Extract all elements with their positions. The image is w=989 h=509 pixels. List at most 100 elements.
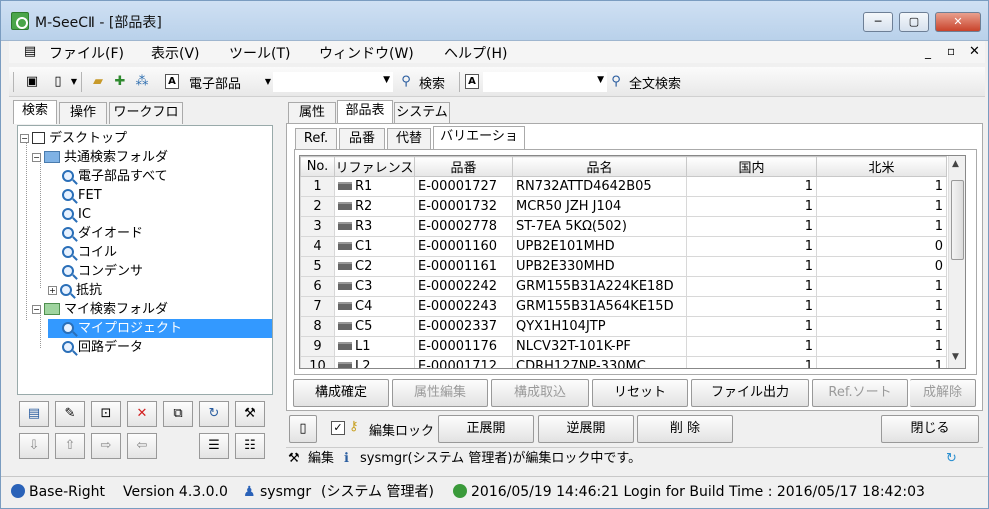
copy-icon[interactable]: ⧉ [163,401,193,427]
properties-icon[interactable]: ▣ [23,73,41,91]
tools-icon[interactable]: ⚒ [235,401,265,427]
scroll-up-icon[interactable]: ▲ [952,159,959,169]
subtab-variation[interactable]: バリエーション [433,126,525,164]
tree-view-icon[interactable]: ⁂ [133,73,151,91]
import-structure-button[interactable]: 構成取込 [491,379,589,407]
column-header-domestic[interactable]: 国内 [686,156,817,177]
subtab-ref[interactable]: Ref. [295,128,337,150]
preview-icon[interactable]: ⊡ [91,401,121,427]
tree-item-my-project[interactable]: マイプロジェクト [48,319,272,338]
arrow-right-icon[interactable]: ⇨ [91,433,121,459]
search-button[interactable]: 検索 [419,73,445,92]
menu-window[interactable]: ウィンドウ(W) [319,43,414,63]
binoculars-icon[interactable]: ⚲ [607,73,625,91]
column-header-part-name[interactable]: 品名 [512,156,687,177]
table-row[interactable]: 5 C2 E-00001161 UPB2E330MHD 1 0 [300,256,947,277]
tree-item-diode[interactable]: ダイオード [62,224,143,243]
file-export-button[interactable]: ファイル出力 [691,379,809,407]
tab-search[interactable]: 検索 [13,100,57,124]
arrow-left-icon[interactable]: ⇦ [127,433,157,459]
mouse-icon[interactable]: ▯ [289,415,317,443]
edit-attributes-button[interactable]: 属性編集 [392,379,488,407]
tree-item-coil[interactable]: コイル [62,243,117,262]
menu-view[interactable]: 表示(V) [151,43,200,63]
tree-item-ic[interactable]: IC [62,205,91,224]
refresh-icon[interactable]: ↻ [199,401,229,427]
minimize-button[interactable]: ─ [863,12,893,32]
column-header-no[interactable]: No. [300,156,335,177]
close-button[interactable]: 閉じる [881,415,979,443]
table-row[interactable]: 1 R1 E-00001727 RN732ATTD4642B05 1 1 [300,176,947,197]
menu-help[interactable]: ヘルプ(H) [444,43,507,63]
tree-item-resistor[interactable]: + 抵抗 [48,281,102,300]
tree-node-shared-folder[interactable]: − 共通検索フォルダ [32,148,168,167]
tab-operation[interactable]: 操作 [59,102,107,124]
tree-item-all-parts[interactable]: 電子部品すべて [62,167,168,186]
subtab-substitute[interactable]: 代替 [387,128,431,150]
scrollbar-thumb[interactable] [951,180,964,260]
forward-expand-button[interactable]: 正展開 [438,415,534,443]
column-header-reference[interactable]: リファレンス [334,156,415,177]
table-row[interactable]: 9 L1 E-00001176 NLCV32T-101K-PF 1 1 [300,336,947,357]
menu-tools[interactable]: ツール(T) [229,43,290,63]
table-row[interactable]: 4 C1 E-00001160 UPB2E101MHD 1 0 [300,236,947,257]
tree-item-circuit-data[interactable]: 回路データ [62,338,143,357]
shared-folder-icon [44,151,60,163]
title-bar[interactable]: M-SeeCⅡ - [部品表] ─ ▢ ✕ [1,1,988,41]
tab-system[interactable]: システム [394,102,450,124]
menu-file[interactable]: ファイル(F) [49,43,124,63]
my-folder-icon [44,303,60,315]
reset-button[interactable]: リセット [592,379,688,407]
mdi-minimize-button[interactable]: _ [925,45,931,59]
table-row[interactable]: 3 R3 E-00002778 ST-7EA 5KΩ(502) 1 1 [300,216,947,237]
tree-node-my-folder[interactable]: − マイ検索フォルダ [32,300,168,319]
tree-item-fet[interactable]: FET [62,186,102,205]
release-structure-button[interactable]: 成解除 [910,379,976,407]
table-row[interactable]: 6 C3 E-00002242 GRM155B31A224KE18D 1 1 [300,276,947,297]
delete-icon[interactable]: ✕ [127,401,157,427]
ref-sort-button[interactable]: Ref.ソート [812,379,908,407]
grid-vertical-scrollbar[interactable]: ▲ ▼ [948,156,965,368]
maximize-button[interactable]: ▢ [899,12,929,32]
table-row[interactable]: 7 C4 E-00002243 GRM155B31A564KE15D 1 1 [300,296,947,317]
scroll-down-icon[interactable]: ▼ [952,352,959,362]
collapse-icon[interactable]: − [32,305,41,314]
collapse-icon[interactable]: − [32,153,41,162]
tab-workflow[interactable]: ワークフロー [109,102,183,140]
tab-attributes[interactable]: 属性 [288,102,336,124]
add-part-icon[interactable]: ✚ [111,73,129,91]
subtab-part-number[interactable]: 品番 [339,128,385,150]
bom-grid[interactable]: No. リファレンス 品番 品名 国内 北米 1 R1 E-00001727 RN73… [299,155,966,369]
column-header-part-number[interactable]: 品番 [414,156,513,177]
edit-lock-checkbox[interactable]: ✓ [331,421,345,435]
part-name-cell: RN732ATTD4642B05 [512,176,687,197]
arrow-down-icon[interactable]: ⇩ [19,433,49,459]
collapse-icon[interactable]: − [20,134,29,143]
category-combo[interactable]: ▼ [273,72,393,92]
mdi-restore-button[interactable]: ▫ [947,44,955,58]
fulltext-combo[interactable]: ▼ [483,72,607,92]
reverse-expand-button[interactable]: 逆展開 [538,415,634,443]
confirm-structure-button[interactable]: 構成確定 [293,379,389,407]
table-row[interactable]: 10 L2 E-00001712 CDRH127NP-330MC 1 1 [300,356,947,368]
fulltext-search-button[interactable]: 全文検索 [629,73,681,92]
list-view-icon[interactable]: ▤ [19,401,49,427]
tree-item-capacitor[interactable]: コンデンサ [62,262,143,281]
delete-button[interactable]: 削 除 [637,415,733,443]
table-row[interactable]: 8 C5 E-00002337 QYX1H104JTP 1 1 [300,316,947,337]
component-icon [338,182,352,190]
part-number-cell: E-00002778 [414,216,513,237]
tab-bom[interactable]: 部品表 [337,100,393,124]
table-row[interactable]: 2 R2 E-00001732 MCR50 JZH J104 1 1 [300,196,947,217]
binoculars-icon[interactable]: ⚲ [397,73,415,91]
expand-icon[interactable]: + [48,286,57,295]
close-window-button[interactable]: ✕ [935,12,981,32]
column-header-north-america[interactable]: 北米 [816,156,947,177]
mdi-close-button[interactable]: ✕ [969,44,980,59]
arrow-up-icon[interactable]: ⇧ [55,433,85,459]
list-expand-icon[interactable]: ☰ [199,433,229,459]
edit-document-icon[interactable]: ✎ [55,401,85,427]
list-collapse-icon[interactable]: ☷ [235,433,265,459]
tree-node-desktop[interactable]: − デスクトップ [20,129,127,148]
open-folder-icon[interactable]: ▰ [89,73,107,91]
